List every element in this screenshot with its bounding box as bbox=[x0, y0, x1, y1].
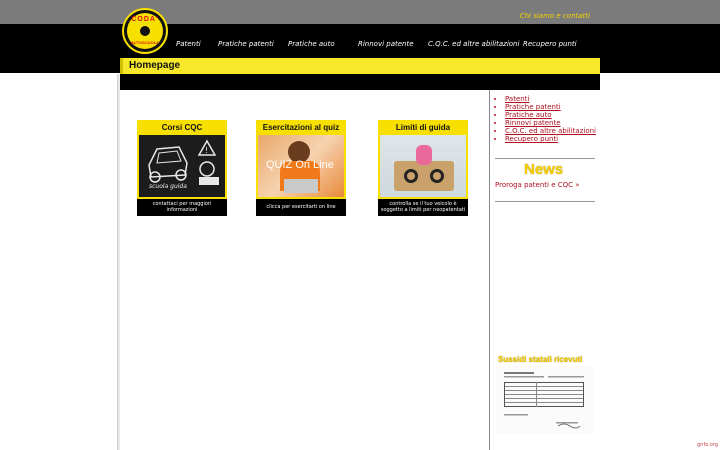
page: Chi siamo e contatti Patenti Pratiche pa… bbox=[0, 0, 720, 450]
subsidi-heading: Sussidi statali ricevuti bbox=[498, 355, 583, 364]
nav-item-patenti[interactable]: Patenti bbox=[176, 40, 218, 48]
card-image-quiz: QUIZ On Line bbox=[258, 135, 344, 197]
title-underbar bbox=[120, 74, 600, 90]
svg-text:!: ! bbox=[205, 146, 208, 155]
nav-item-cqc[interactable]: C.Q.C. ed altre abilitazioni bbox=[428, 40, 523, 48]
wheel-icon-right bbox=[430, 169, 444, 183]
page-title: Homepage bbox=[129, 60, 181, 71]
card-image-limiti bbox=[380, 135, 466, 197]
card-image-caption: scuola guida bbox=[149, 183, 187, 190]
sidebar-rule bbox=[495, 201, 595, 202]
sidebar-link-recupero-punti[interactable]: Recupero punti bbox=[505, 135, 596, 143]
top-bar: Chi siamo e contatti bbox=[0, 0, 720, 24]
subsidi-document-thumbnail[interactable] bbox=[496, 366, 594, 434]
nav-links: Patenti Pratiche patenti Pratiche auto R… bbox=[176, 40, 593, 48]
card-title: Corsi CQC bbox=[161, 123, 203, 132]
laptop-icon bbox=[284, 179, 318, 193]
card-esercitazioni-quiz[interactable]: Esercitazioni al quiz QUIZ On Line clicc… bbox=[256, 120, 346, 216]
sidebar-link-coc[interactable]: C.O.C. ed altre abilitazioni bbox=[505, 127, 596, 135]
footer-credit[interactable]: gnfo.org bbox=[697, 442, 718, 448]
wheel-icon-left bbox=[404, 169, 418, 183]
news-heading: News bbox=[524, 161, 564, 178]
card-title: Esercitazioni al quiz bbox=[262, 123, 340, 132]
document-icon bbox=[496, 366, 594, 434]
cardboard-car bbox=[394, 161, 454, 191]
nav-item-pratiche-auto[interactable]: Pratiche auto bbox=[288, 40, 358, 48]
child-figure bbox=[416, 145, 432, 165]
sidebar-link-patenti[interactable]: Patenti bbox=[505, 95, 596, 103]
card-caption: clicca per esercitarti on line bbox=[256, 199, 346, 216]
logo-subtext: AUTOSCUOLA bbox=[130, 40, 160, 45]
card-corsi-cqc[interactable]: Corsi CQC ! scuola guida contattaci per … bbox=[137, 120, 227, 216]
site-logo[interactable]: CODA' AUTOSCUOLA bbox=[122, 8, 168, 54]
nav-item-recupero-punti[interactable]: Recupero punti bbox=[523, 40, 593, 48]
card-caption: contattaci per maggiori informazioni bbox=[137, 199, 227, 216]
contact-link[interactable]: Chi siamo e contatti bbox=[520, 12, 590, 20]
card-title: Limiti di guida bbox=[395, 123, 451, 132]
sidebar-link-pratiche-patenti[interactable]: Pratiche patenti bbox=[505, 103, 596, 111]
card-limiti-guida[interactable]: Limiti di guida controlla se il tuo veic… bbox=[378, 120, 468, 216]
sidebar-rule bbox=[495, 158, 595, 159]
sidebar-link-pratiche-auto[interactable]: Pratiche auto bbox=[505, 111, 596, 119]
sidebar-divider bbox=[489, 90, 490, 450]
card-caption: controlla se il tuo veicolo è soggetto a… bbox=[378, 199, 468, 216]
nav-item-pratiche-patenti[interactable]: Pratiche patenti bbox=[218, 40, 288, 48]
quiz-online-text: QUIZ On Line bbox=[266, 159, 334, 171]
card-image-chalkboard: ! scuola guida bbox=[139, 135, 225, 197]
page-title-bar: Homepage bbox=[120, 58, 600, 74]
content-shadow bbox=[117, 74, 120, 450]
sidebar-link-rinnovi-patente[interactable]: Rinnovi patente bbox=[505, 119, 596, 127]
logo-text: CODA' bbox=[131, 16, 159, 23]
steering-wheel-icon bbox=[138, 24, 152, 38]
sidebar-links: Patenti Pratiche patenti Pratiche auto R… bbox=[496, 95, 596, 143]
news-link-proroga[interactable]: Proroga patenti e CQC » bbox=[495, 181, 580, 189]
nav-item-rinnovi-patente[interactable]: Rinnovi patente bbox=[358, 40, 428, 48]
